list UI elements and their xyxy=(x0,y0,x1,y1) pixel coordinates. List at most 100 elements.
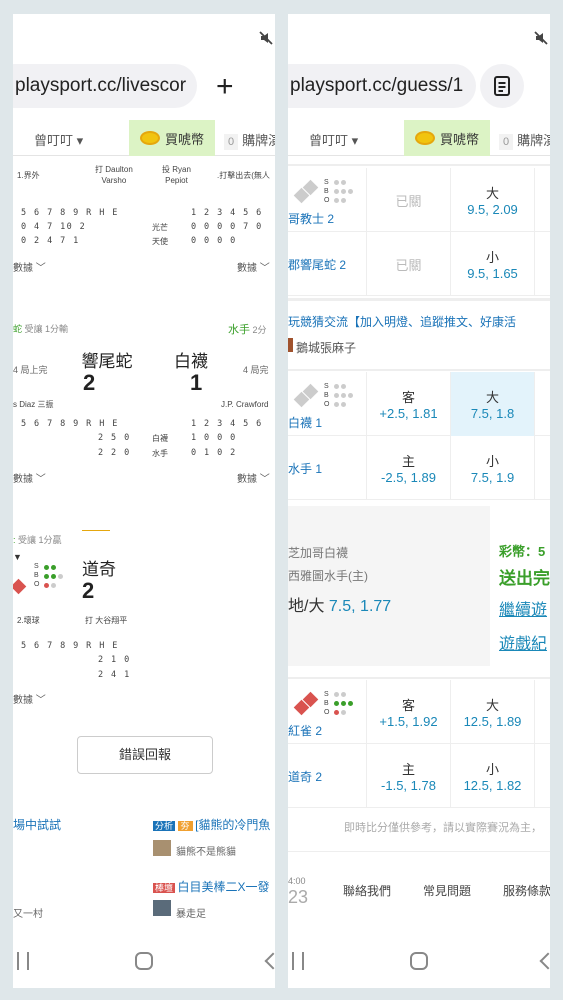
inning-status-right: 4 局完 xyxy=(243,365,269,375)
team-whitesox: 白襪 1 xyxy=(288,416,323,430)
odds-over[interactable]: 大 9.5, 2.09 xyxy=(450,168,534,232)
innings-header: 5 6 7 8 9 R H E xyxy=(21,208,119,218)
linescore-d: 0 1 0 2 xyxy=(191,448,237,458)
continue-link[interactable]: 繼續遊 xyxy=(499,596,547,620)
linescore-b: 2 2 0 xyxy=(98,448,131,458)
mute-icon xyxy=(534,31,548,45)
play-result-right: .打擊出去(無人 xyxy=(217,171,270,180)
back-icon[interactable] xyxy=(264,952,275,970)
sbo-label: S B O xyxy=(324,179,330,204)
odds-row: S B O 紅雀 2 客 +1.5, 1.92 大 12.5, 1.89 xyxy=(288,680,550,744)
tag-analysis: 分析 xyxy=(153,821,176,831)
avatar xyxy=(288,338,293,352)
score-dodgers: 2 xyxy=(82,578,95,603)
bet-pick: 地/大 7.5, 1.77 xyxy=(288,598,392,615)
buy-plan-tab[interactable]: 0 購牌演 xyxy=(224,130,275,150)
score-diamondbacks: 2 xyxy=(83,370,96,395)
team-whitesox: 白襪 xyxy=(174,352,208,371)
avatar xyxy=(153,900,171,916)
contact-link[interactable]: 聯絡我們 xyxy=(343,882,391,899)
handicap-status: 蛇 受讓 1分輸 xyxy=(13,324,69,334)
odds-row: 郡響尾蛇 2 已關 小 9.5, 1.65 xyxy=(288,232,550,296)
stats-toggle[interactable]: 數據 ﹀ xyxy=(13,691,46,706)
team-cardinals: 紅雀 2 xyxy=(288,724,323,738)
team-mariners-small: 水手 xyxy=(152,449,168,458)
buy-coin-button[interactable]: 買唬幣 xyxy=(129,120,215,156)
stats-toggle-right[interactable]: 數據 ﹀ xyxy=(237,259,270,274)
error-report-button[interactable]: 錯誤回報 xyxy=(77,736,213,774)
odds-over[interactable]: 大 12.5, 1.89 xyxy=(450,680,534,744)
system-nav-bar xyxy=(13,936,275,988)
team-diamondbacks: 響尾蛇 xyxy=(81,352,133,371)
news-title: [貓熊的冷門魚 xyxy=(195,818,271,832)
tag-baseball: 棒壇 xyxy=(153,883,176,893)
url-bar[interactable]: playsport.cc/guess/1 xyxy=(288,64,476,108)
batter-name: 打 Daulton Varsho xyxy=(95,165,133,185)
forum-link[interactable]: 玩競猜交流【加入明燈、追蹤推文、好康活 xyxy=(288,313,516,330)
site-footer: 4:00 23 聯絡我們 常見問題 服務條款 xyxy=(288,851,550,921)
odds-home[interactable]: 主 -2.5, 1.89 xyxy=(366,436,450,500)
linescore-a: 2 5 0 xyxy=(98,433,131,443)
sbo-label: S B O xyxy=(34,563,40,588)
team-mariners: 水手 1 xyxy=(288,462,323,476)
stats-toggle-right[interactable]: 數據 ﹀ xyxy=(237,470,270,485)
url-text: playsport.cc/livescor xyxy=(15,75,187,96)
buy-coin-button[interactable]: 買唬幣 xyxy=(404,120,490,156)
odds-under[interactable]: 小 12.5, 1.82 xyxy=(450,744,534,808)
home-icon[interactable] xyxy=(410,952,428,970)
bet-team-away: 芝加哥白襪 xyxy=(288,546,349,560)
faq-link[interactable]: 常見問題 xyxy=(423,882,471,899)
odds-home[interactable]: 主 -1.5, 1.78 xyxy=(366,744,450,808)
mute-icon xyxy=(259,31,273,45)
bet-summary-card xyxy=(288,506,490,666)
odds-row: 道奇 2 主 -1.5, 1.78 小 12.5, 1.82 xyxy=(288,744,550,808)
news-item[interactable]: 棒壇 白目美棒二X一發 xyxy=(153,878,270,895)
sbo-label: S B O xyxy=(324,691,330,716)
news-author: 又一村 xyxy=(13,909,43,920)
news-author: 貓熊不是熊貓 xyxy=(176,847,236,858)
buy-plan-tab[interactable]: 0 購牌演 xyxy=(499,130,550,150)
buy-plan-label: 購牌演 xyxy=(517,133,550,148)
odds-under[interactable]: 小 7.5, 1.9 xyxy=(450,436,534,500)
reader-mode-button[interactable] xyxy=(480,64,524,108)
system-nav-bar xyxy=(288,936,550,988)
stats-toggle[interactable]: 數據 ﹀ xyxy=(13,259,46,274)
linescore-b: 0 2 4 7 1 xyxy=(21,236,80,246)
odds-under[interactable]: 小 9.5, 1.65 xyxy=(450,232,534,296)
handicap-status: : 受讓 1分贏 xyxy=(13,535,62,545)
odds-away[interactable]: 客 +2.5, 1.81 xyxy=(366,372,450,436)
avatar xyxy=(153,840,171,856)
news-link[interactable]: 場中試試 xyxy=(13,816,61,833)
back-icon[interactable] xyxy=(539,952,550,970)
url-bar[interactable]: playsport.cc/livescor xyxy=(13,64,197,108)
recent-apps-icon[interactable] xyxy=(292,952,304,970)
recent-apps-icon[interactable] xyxy=(17,952,29,970)
team-diamondbacks: 郡響尾蛇 2 xyxy=(288,258,347,272)
stats-toggle[interactable]: 數據 ﹀ xyxy=(13,470,46,485)
plan-count: 0 xyxy=(224,134,239,150)
innings-header-right: 1 2 3 4 5 6 xyxy=(191,208,263,218)
buy-coin-label: 買唬幣 xyxy=(439,131,479,147)
handicap-status-right: 水手 2分 xyxy=(228,324,267,336)
odds-row: S B O 白襪 1 客 +2.5, 1.81 大 7.5, 1.8 xyxy=(288,372,550,436)
history-link[interactable]: 遊戲紀 xyxy=(499,630,547,654)
user-dropdown[interactable]: 曾叮叮 ▾ xyxy=(309,130,358,149)
terms-link[interactable]: 服務條款 xyxy=(503,882,550,899)
coin-icon xyxy=(414,131,435,145)
site-nav: 曾叮叮 ▾ 買唬幣 0 購牌演 xyxy=(288,120,550,156)
news-title: 白目美棒二X一發 xyxy=(177,880,270,894)
user-dropdown[interactable]: 曾叮叮 ▾ xyxy=(34,130,83,149)
news-item[interactable]: 分析 夯 [貓熊的冷門魚 xyxy=(153,816,270,833)
team-padres: 哥教士 2 xyxy=(288,212,335,226)
new-tab-button[interactable]: + xyxy=(216,70,234,104)
active-marker xyxy=(82,530,110,531)
clock-big: 23 xyxy=(288,887,309,907)
odds-away[interactable]: 客 +1.5, 1.92 xyxy=(366,680,450,744)
plan-count: 0 xyxy=(499,134,514,150)
tag-hot: 夯 xyxy=(177,821,193,831)
home-icon[interactable] xyxy=(135,952,153,970)
left-screen: playsport.cc/livescor + 曾叮叮 ▾ 買唬幣 0 購牌演 1… xyxy=(13,14,275,988)
team-dodgers: 道奇 2 xyxy=(288,770,323,784)
odds-over-selected[interactable]: 大 7.5, 1.8 xyxy=(450,372,534,436)
clock-small: 4:00 xyxy=(288,876,306,886)
